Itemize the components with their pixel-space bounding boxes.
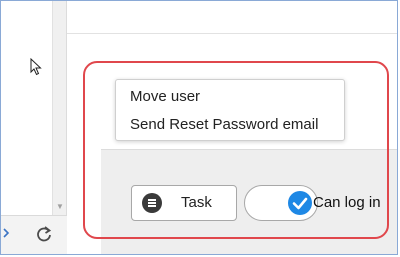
app-window: ▼ Move user Send Reset Password email Ta…	[0, 0, 398, 255]
menu-item-send-reset-password-email[interactable]: Send Reset Password email	[130, 113, 318, 137]
task-button-label: Task	[181, 194, 212, 211]
task-button[interactable]: Task	[131, 185, 237, 221]
scroll-down-arrow-icon[interactable]: ▼	[53, 199, 67, 215]
can-log-in-toggle[interactable]	[244, 185, 318, 221]
chevron-down-icon[interactable]	[2, 225, 12, 241]
mouse-cursor-icon	[30, 58, 42, 76]
checkmark-icon	[288, 191, 312, 215]
header-divider	[67, 33, 397, 34]
vertical-scrollbar[interactable]	[53, 1, 67, 215]
context-menu: Move user Send Reset Password email	[115, 79, 345, 141]
refresh-icon[interactable]	[35, 225, 53, 243]
can-log-in-label: Can log in	[313, 194, 381, 211]
list-circle-icon	[142, 193, 162, 213]
menu-item-move-user[interactable]: Move user	[130, 85, 200, 109]
